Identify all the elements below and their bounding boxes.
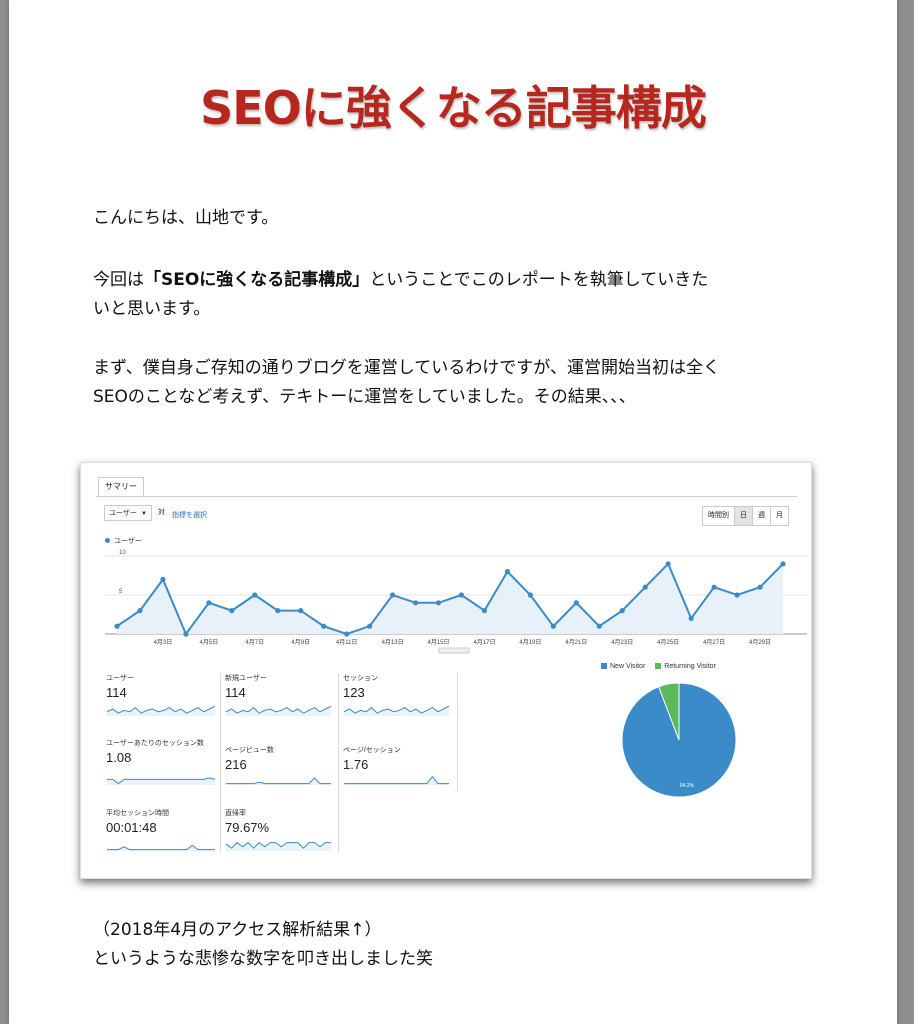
story-line-2: SEOのことなど考えず、テキトーに運営をしていました。その結果、、、 [93,387,636,407]
intro-paragraph: 今回は「SEOに強くなる記事構成」ということでこのレポートを執筆していきた いと… [93,266,813,324]
intro-emphasis: 「SEOに強くなる記事構成」 [144,270,370,290]
story-paragraph: まず、僕自身ご存知の通りブログを運営しているわけですが、運営開始当初は全く SE… [93,354,813,412]
caption-text: （2018年4月のアクセス解析結果↑） というような悲惨な数字を叩き出しました笑 [93,916,433,974]
page-title: SEOに強くなる記事構成 [200,81,707,135]
caption-line-1: （2018年4月のアクセス解析結果↑） [93,920,382,940]
story-line-1: まず、僕自身ご存知の通りブログを運営しているわけですが、運営開始当初は全く [93,358,720,378]
analytics-screenshot: サマリー ユーザー ▼ 対 指標を選択 時間別 日 週 月 ユーザー 5 10 4月… [80,462,812,879]
greeting-text: こんにちは、山地です。 [93,208,279,228]
intro-suffix-1: ということでこのレポートを執筆していきた [369,270,709,290]
document-page: SEOに強くなる記事構成 こんにちは、山地です。 今回は「SEOに強くなる記事構… [9,0,897,1024]
pie-data-label: 94.2% [680,783,695,789]
intro-prefix: 今回は [93,270,144,290]
intro-suffix-2: いと思います。 [93,299,211,319]
visitor-pie-chart: 94.2% [621,682,737,798]
caption-line-2: というような悲惨な数字を叩き出しました笑 [93,949,433,969]
